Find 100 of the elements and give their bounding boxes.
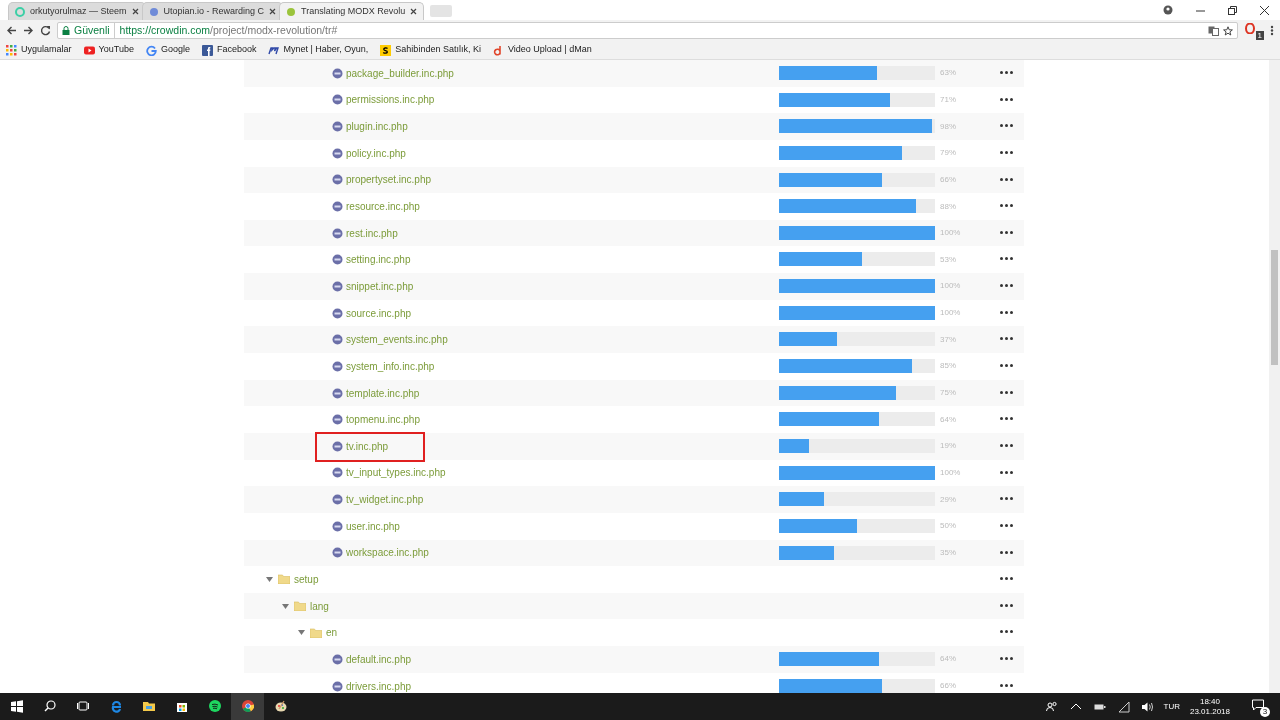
close-icon[interactable] xyxy=(269,8,277,15)
bookmark-link[interactable]: Google xyxy=(145,43,190,57)
translate-icon[interactable] xyxy=(1208,25,1219,36)
more-button[interactable] xyxy=(1000,284,1013,288)
close-icon[interactable] xyxy=(410,8,418,15)
file-link[interactable]: workspace.inc.php xyxy=(346,545,429,561)
percent-label: 53% xyxy=(940,253,956,266)
file-link[interactable]: tv.inc.php xyxy=(346,438,389,454)
date-label: 23.01.2018 xyxy=(1189,706,1230,717)
language-indicator[interactable]: TUR xyxy=(1163,700,1180,713)
file-link[interactable]: user.inc.php xyxy=(346,518,400,534)
more-button[interactable] xyxy=(1000,177,1013,181)
badge-count: 1 xyxy=(1255,30,1264,40)
browser-tab[interactable]: Translating MODX Revolu xyxy=(279,2,425,20)
more-button[interactable] xyxy=(1000,150,1013,154)
bookmark-link[interactable]: Uygulamalar xyxy=(6,43,72,57)
more-button[interactable] xyxy=(1000,550,1013,554)
taskbar-button[interactable] xyxy=(231,693,264,720)
close-icon[interactable] xyxy=(131,8,139,15)
extension-button[interactable]: 1 xyxy=(1244,21,1264,40)
more-button[interactable] xyxy=(1000,230,1013,234)
more-button[interactable] xyxy=(1000,204,1013,208)
more-button[interactable] xyxy=(1000,603,1013,607)
file-link[interactable]: policy.inc.php xyxy=(346,145,406,161)
more-button[interactable] xyxy=(1000,523,1013,527)
bookmark-link[interactable]: Facebook xyxy=(201,43,257,57)
close-icon[interactable] xyxy=(1259,5,1269,15)
more-button[interactable] xyxy=(1000,364,1013,368)
file-link[interactable]: snippet.inc.php xyxy=(346,278,414,294)
more-button[interactable] xyxy=(1000,390,1013,394)
volume-icon[interactable] xyxy=(1141,700,1154,713)
file-link[interactable]: source.inc.php xyxy=(346,305,412,321)
file-link[interactable]: setting.inc.php xyxy=(346,252,411,268)
file-icon xyxy=(332,547,343,559)
more-button[interactable] xyxy=(1000,657,1013,661)
forward-icon[interactable] xyxy=(23,25,34,36)
folder-link[interactable]: lang xyxy=(310,598,329,614)
bookmark-link[interactable]: Video Upload | dMan xyxy=(492,43,592,57)
file-icon xyxy=(332,121,343,133)
back-icon[interactable] xyxy=(6,25,17,36)
caret-down-icon[interactable] xyxy=(298,629,305,637)
scrollbar[interactable] xyxy=(1269,60,1280,693)
more-button[interactable] xyxy=(1000,630,1013,634)
caret-down-icon[interactable] xyxy=(282,602,289,610)
bookmark-link[interactable]: Sahibinden Satılık, Ki xyxy=(380,43,481,57)
menu-icon[interactable] xyxy=(1270,25,1274,36)
file-link[interactable]: permissions.inc.php xyxy=(346,92,435,108)
file-link[interactable]: topmenu.inc.php xyxy=(346,412,420,428)
folder-icon xyxy=(278,574,290,585)
account-icon[interactable] xyxy=(1163,5,1173,15)
more-button[interactable] xyxy=(1000,443,1013,447)
file-link[interactable]: resource.inc.php xyxy=(346,199,420,214)
reload-icon[interactable] xyxy=(40,25,51,36)
file-link[interactable]: package_builder.inc.php xyxy=(346,65,454,81)
folder-link[interactable]: setup xyxy=(294,572,319,587)
folder-link[interactable]: en xyxy=(326,625,338,641)
address-bar[interactable]: Güvenli https://crowdin.com/project/modx-revolution/tr# xyxy=(57,22,1238,39)
file-link[interactable]: drivers.inc.php xyxy=(346,678,412,693)
url-text: https://crowdin.com/project/modx-revolution/tr# xyxy=(113,22,338,39)
file-icon xyxy=(332,174,343,186)
file-icon xyxy=(332,67,343,79)
file-icon xyxy=(332,254,343,266)
more-button[interactable] xyxy=(1000,683,1013,687)
caret-down-icon[interactable] xyxy=(266,576,273,583)
more-button[interactable] xyxy=(1000,470,1013,474)
more-button[interactable] xyxy=(1000,310,1013,314)
file-icon xyxy=(332,307,343,319)
file-icon xyxy=(332,147,343,159)
more-button[interactable] xyxy=(1000,497,1013,501)
lock-icon xyxy=(62,26,70,35)
file-link[interactable]: plugin.inc.php xyxy=(346,119,408,135)
star-icon[interactable] xyxy=(1223,25,1233,36)
people-icon[interactable] xyxy=(1045,700,1058,713)
restore-icon[interactable] xyxy=(1227,5,1237,15)
more-button[interactable] xyxy=(1000,337,1013,341)
file-icon xyxy=(332,334,343,346)
file-link[interactable]: system_info.inc.php xyxy=(346,358,435,374)
clock[interactable]: 18:40 23.01.2018 xyxy=(1189,696,1230,717)
file-link[interactable]: tv_widget.inc.php xyxy=(346,492,424,508)
file-link[interactable]: rest.inc.php xyxy=(346,225,398,241)
more-button[interactable] xyxy=(1000,257,1013,261)
percent-label: 71% xyxy=(940,93,956,106)
file-link[interactable]: default.inc.php xyxy=(346,651,412,667)
notification-button[interactable]: 3 xyxy=(1250,696,1270,717)
file-link[interactable]: template.inc.php xyxy=(346,385,420,401)
more-button[interactable] xyxy=(1000,417,1013,421)
ring-icon xyxy=(15,6,25,17)
more-button[interactable] xyxy=(1000,577,1013,581)
file-link[interactable]: tv_input_types.inc.php xyxy=(346,465,446,481)
bookmark-link[interactable]: Mynet | Haber, Oyun, xyxy=(268,43,369,57)
more-button[interactable] xyxy=(1000,71,1013,74)
percent-label: 64% xyxy=(940,413,956,426)
search-icon xyxy=(43,700,56,713)
more-button[interactable] xyxy=(1000,124,1013,128)
file-icon xyxy=(332,440,343,452)
file-icon xyxy=(332,467,343,479)
file-link[interactable]: propertyset.inc.php xyxy=(346,172,432,188)
bookmark-link[interactable]: YouTube xyxy=(83,43,134,57)
more-button[interactable] xyxy=(1000,97,1013,101)
file-link[interactable]: system_events.inc.php xyxy=(346,332,448,348)
